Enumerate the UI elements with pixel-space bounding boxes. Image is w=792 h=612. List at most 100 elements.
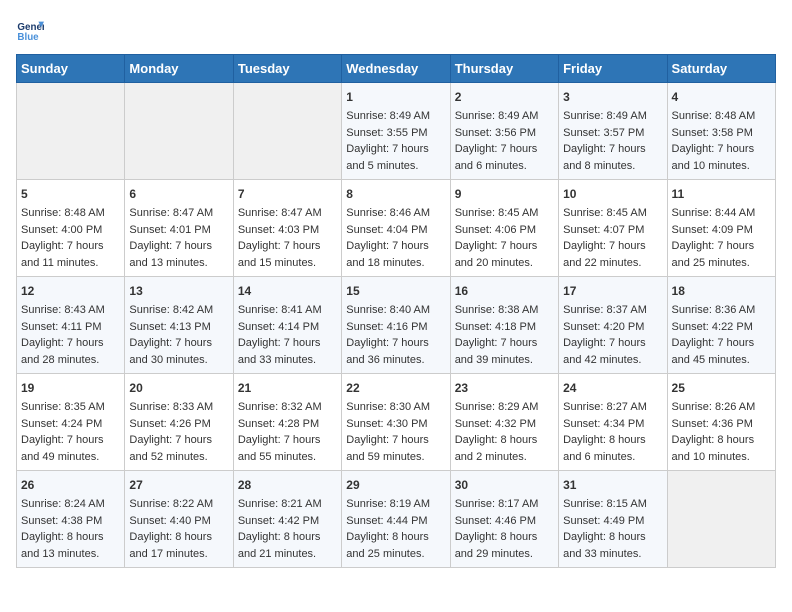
cell-info: Sunset: 4:11 PM	[21, 319, 120, 336]
calendar-cell	[667, 471, 775, 568]
day-number: 7	[238, 185, 337, 203]
cell-info: Sunrise: 8:42 AM	[129, 302, 228, 319]
cell-info: and 21 minutes.	[238, 546, 337, 563]
calendar-cell: 1Sunrise: 8:49 AMSunset: 3:55 PMDaylight…	[342, 83, 450, 180]
calendar-cell: 8Sunrise: 8:46 AMSunset: 4:04 PMDaylight…	[342, 180, 450, 277]
calendar-cell: 22 Sunrise: 8:30 AMSunset: 4:30 PMDayligh…	[342, 374, 450, 471]
cell-info: Daylight: 7 hours	[346, 238, 445, 255]
cell-info: and 33 minutes.	[238, 352, 337, 369]
cell-info: and 29 minutes.	[455, 546, 554, 563]
day-header-wednesday: Wednesday	[342, 55, 450, 83]
cell-info: and 36 minutes.	[346, 352, 445, 369]
calendar-cell: 24Sunrise: 8:27 AMSunset: 4:34 PMDayligh…	[559, 374, 667, 471]
cell-info: Sunrise: 8:38 AM	[455, 302, 554, 319]
cell-info: Sunrise: 8:33 AM	[129, 399, 228, 416]
day-number: 17	[563, 282, 662, 300]
calendar-cell: 20Sunrise: 8:33 AMSunset: 4:26 PMDayligh…	[125, 374, 233, 471]
day-number: 9	[455, 185, 554, 203]
day-number: 13	[129, 282, 228, 300]
calendar-cell: 6Sunrise: 8:47 AMSunset: 4:01 PMDaylight…	[125, 180, 233, 277]
cell-info: Daylight: 7 hours	[21, 432, 120, 449]
day-number: 23	[455, 379, 554, 397]
cell-info: and 10 minutes.	[672, 158, 771, 175]
cell-info: Sunset: 3:57 PM	[563, 125, 662, 142]
day-number: 22	[346, 379, 445, 397]
cell-info: Sunset: 4:24 PM	[21, 416, 120, 433]
cell-info: Sunrise: 8:43 AM	[21, 302, 120, 319]
cell-info: and 25 minutes.	[346, 546, 445, 563]
cell-info: Sunset: 4:13 PM	[129, 319, 228, 336]
cell-info: Sunset: 4:26 PM	[129, 416, 228, 433]
calendar-cell: 10Sunrise: 8:45 AMSunset: 4:07 PMDayligh…	[559, 180, 667, 277]
cell-info: and 2 minutes.	[455, 449, 554, 466]
day-number: 6	[129, 185, 228, 203]
cell-info: Daylight: 7 hours	[672, 141, 771, 158]
calendar-cell	[233, 83, 341, 180]
day-header-thursday: Thursday	[450, 55, 558, 83]
cell-info: Daylight: 7 hours	[346, 335, 445, 352]
cell-info: Daylight: 7 hours	[346, 141, 445, 158]
logo-icon: General Blue	[16, 16, 44, 44]
cell-info: Sunrise: 8:30 AM	[346, 399, 445, 416]
calendar-cell	[17, 83, 125, 180]
cell-info: Daylight: 8 hours	[455, 432, 554, 449]
calendar-table: SundayMondayTuesdayWednesdayThursdayFrid…	[16, 54, 776, 568]
cell-info: Daylight: 7 hours	[455, 238, 554, 255]
cell-info: Daylight: 8 hours	[21, 529, 120, 546]
cell-info: and 33 minutes.	[563, 546, 662, 563]
day-number: 30	[455, 476, 554, 494]
cell-info: Daylight: 7 hours	[346, 432, 445, 449]
calendar-cell: 16Sunrise: 8:38 AMSunset: 4:18 PMDayligh…	[450, 277, 558, 374]
cell-info: and 22 minutes.	[563, 255, 662, 272]
calendar-cell: 27Sunrise: 8:22 AMSunset: 4:40 PMDayligh…	[125, 471, 233, 568]
day-number: 27	[129, 476, 228, 494]
cell-info: Sunset: 4:06 PM	[455, 222, 554, 239]
cell-info: Daylight: 8 hours	[346, 529, 445, 546]
calendar-cell	[125, 83, 233, 180]
cell-info: and 45 minutes.	[672, 352, 771, 369]
cell-info: Sunrise: 8:29 AM	[455, 399, 554, 416]
day-number: 8	[346, 185, 445, 203]
cell-info: and 42 minutes.	[563, 352, 662, 369]
cell-info: Sunset: 4:30 PM	[346, 416, 445, 433]
day-number: 4	[672, 88, 771, 106]
cell-info: Sunset: 4:42 PM	[238, 513, 337, 530]
cell-info: Sunrise: 8:35 AM	[21, 399, 120, 416]
calendar-cell: 11Sunrise: 8:44 AMSunset: 4:09 PMDayligh…	[667, 180, 775, 277]
calendar-cell: 4Sunrise: 8:48 AMSunset: 3:58 PMDaylight…	[667, 83, 775, 180]
cell-info: Sunset: 4:09 PM	[672, 222, 771, 239]
calendar-cell: 18Sunrise: 8:36 AMSunset: 4:22 PMDayligh…	[667, 277, 775, 374]
cell-info: Sunrise: 8:19 AM	[346, 496, 445, 513]
cell-info: Sunset: 4:16 PM	[346, 319, 445, 336]
cell-info: Sunrise: 8:24 AM	[21, 496, 120, 513]
cell-info: and 6 minutes.	[563, 449, 662, 466]
cell-info: Daylight: 7 hours	[672, 335, 771, 352]
cell-info: Sunset: 3:58 PM	[672, 125, 771, 142]
calendar-cell: 14Sunrise: 8:41 AMSunset: 4:14 PMDayligh…	[233, 277, 341, 374]
logo: General Blue	[16, 16, 48, 44]
day-number: 2	[455, 88, 554, 106]
cell-info: Sunset: 4:04 PM	[346, 222, 445, 239]
cell-info: Daylight: 7 hours	[455, 141, 554, 158]
cell-info: and 6 minutes.	[455, 158, 554, 175]
cell-info: Sunrise: 8:45 AM	[563, 205, 662, 222]
day-number: 3	[563, 88, 662, 106]
calendar-week-row: 5Sunrise: 8:48 AMSunset: 4:00 PMDaylight…	[17, 180, 776, 277]
cell-info: Sunset: 4:18 PM	[455, 319, 554, 336]
day-number: 21	[238, 379, 337, 397]
day-number: 11	[672, 185, 771, 203]
day-header-sunday: Sunday	[17, 55, 125, 83]
cell-info: and 11 minutes.	[21, 255, 120, 272]
cell-info: Sunset: 4:34 PM	[563, 416, 662, 433]
cell-info: Daylight: 7 hours	[21, 238, 120, 255]
cell-info: and 49 minutes.	[21, 449, 120, 466]
cell-info: Daylight: 8 hours	[563, 432, 662, 449]
cell-info: Sunset: 4:00 PM	[21, 222, 120, 239]
cell-info: and 52 minutes.	[129, 449, 228, 466]
day-number: 5	[21, 185, 120, 203]
cell-info: Daylight: 7 hours	[129, 432, 228, 449]
cell-info: Sunset: 4:38 PM	[21, 513, 120, 530]
calendar-cell: 3Sunrise: 8:49 AMSunset: 3:57 PMDaylight…	[559, 83, 667, 180]
cell-info: Sunrise: 8:49 AM	[455, 108, 554, 125]
cell-info: Sunrise: 8:15 AM	[563, 496, 662, 513]
